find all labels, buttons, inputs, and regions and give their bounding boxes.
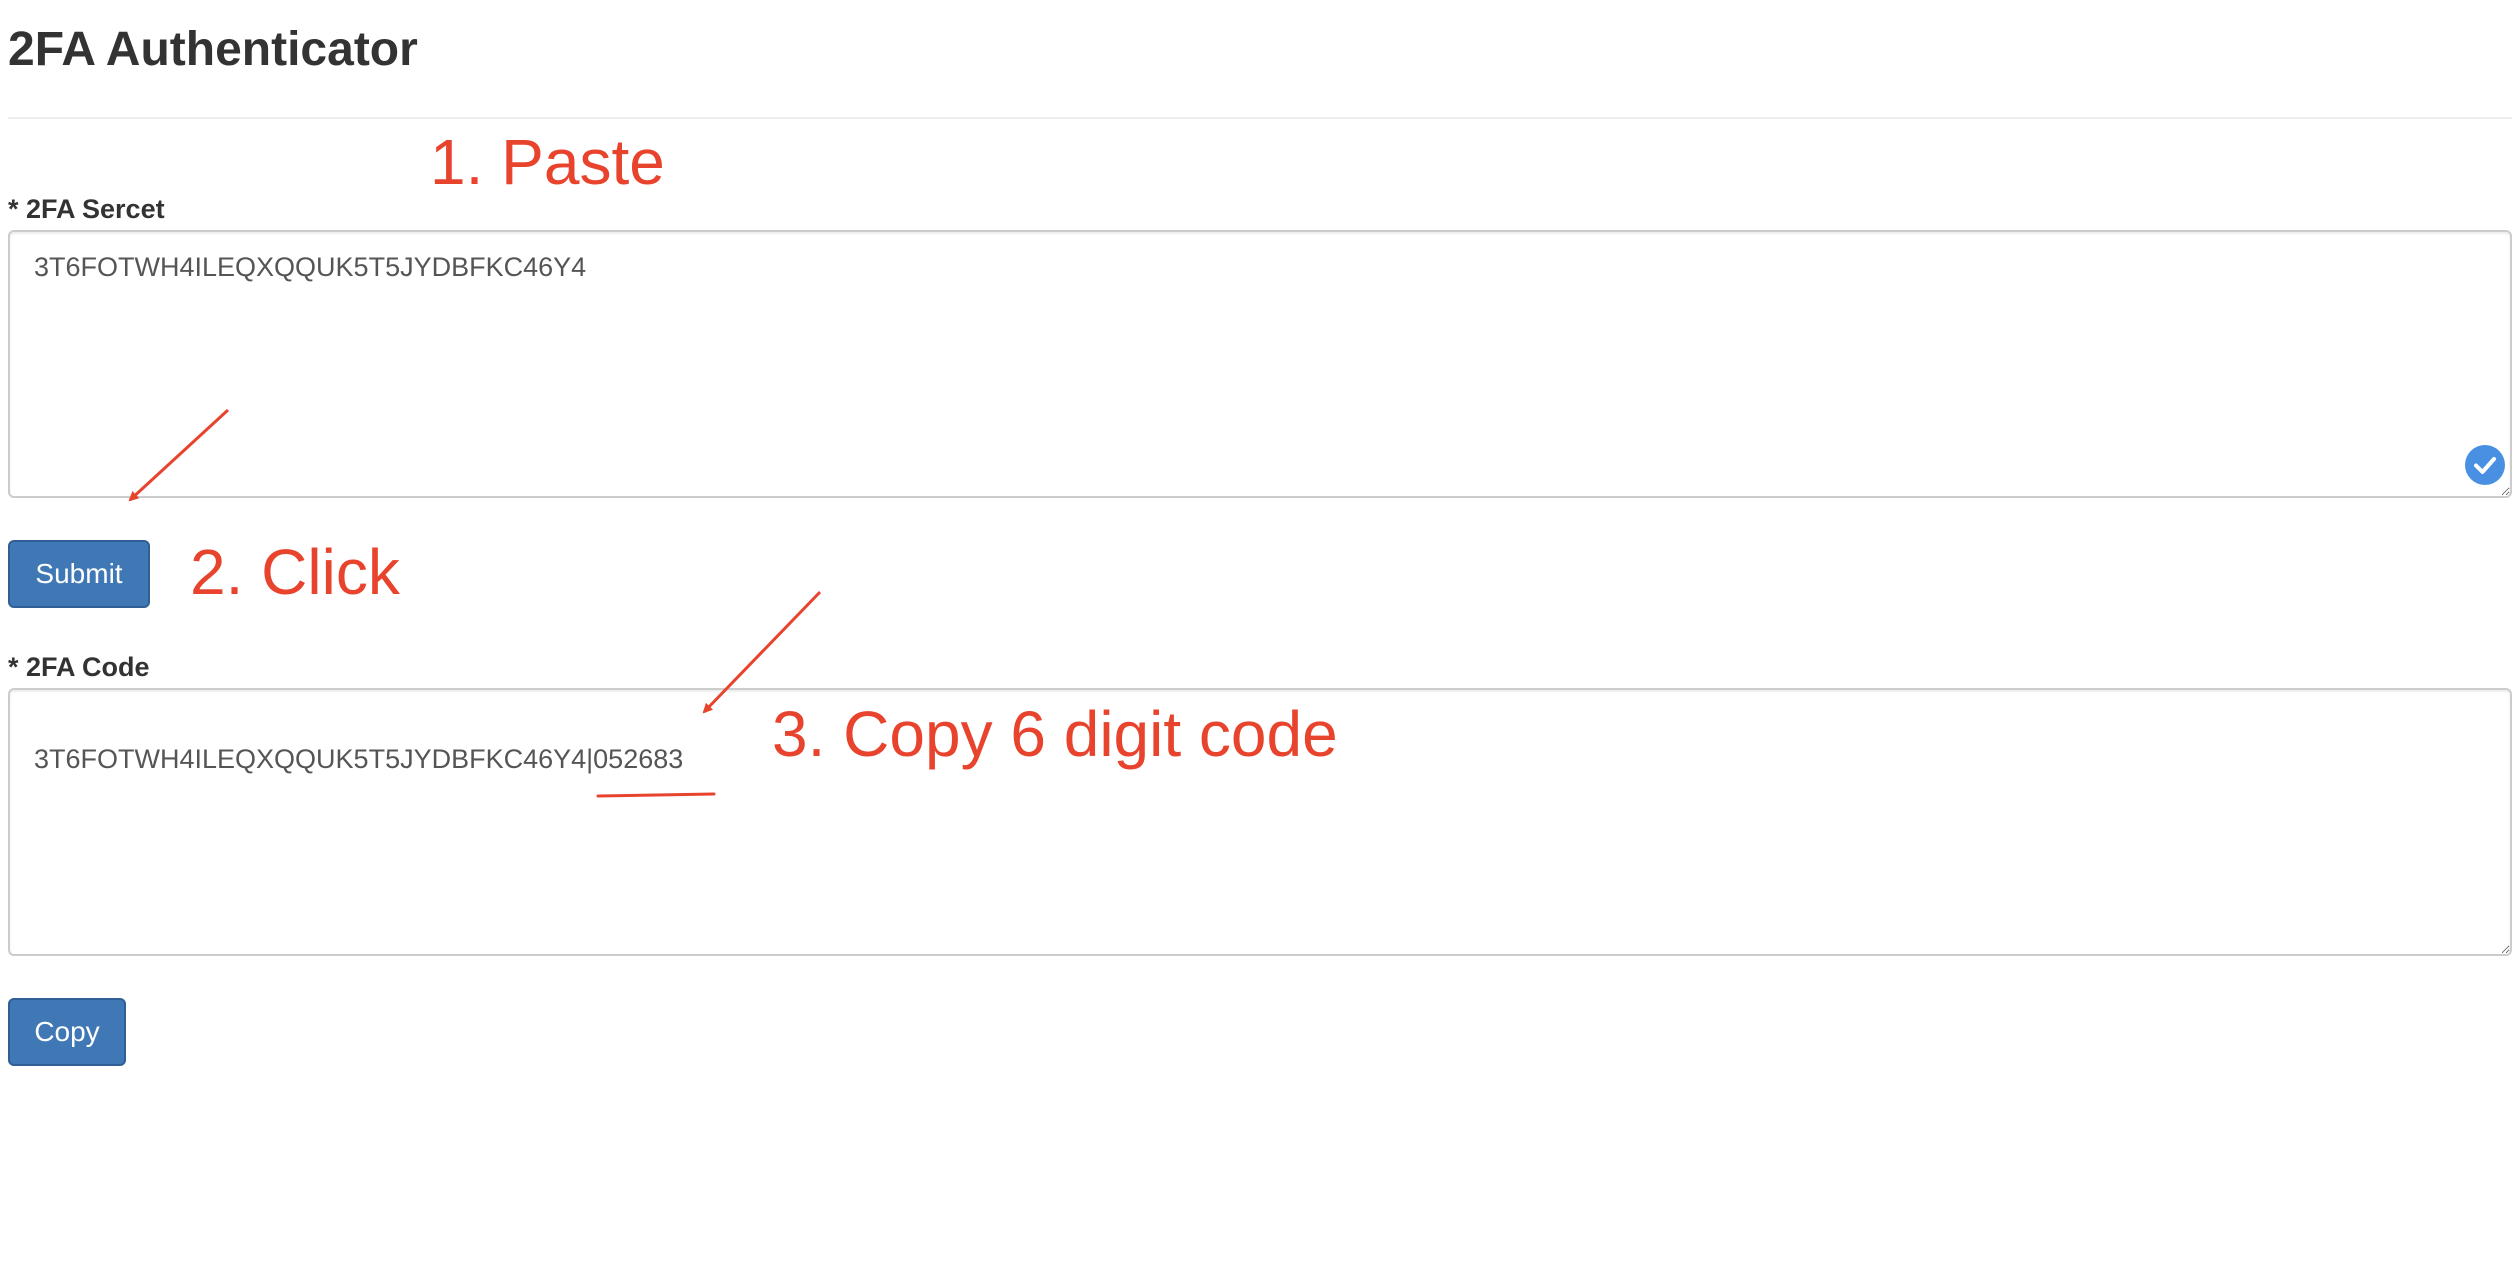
submit-button[interactable]: Submit: [8, 540, 150, 608]
page-title: 2FA Authenticator: [8, 23, 418, 76]
copy-button[interactable]: Copy: [8, 998, 126, 1066]
annotation-step-click: 2. Click: [190, 536, 400, 608]
code-label: * 2FA Code: [8, 652, 150, 682]
secret-label: * 2FA Sercet: [8, 194, 165, 224]
annotation-overlay: [128, 408, 822, 798]
page: 2FA Authenticator * 2FA Sercet 3T6FOTWH4…: [0, 0, 2520, 1280]
annotation-step-copy: 3. Copy 6 digit code: [772, 698, 1338, 770]
annotation-step-paste: 1. Paste: [430, 126, 665, 198]
secret-textarea[interactable]: 3T6FOTWH4ILEQXQQUK5T5JYDBFKC46Y4: [8, 230, 2512, 498]
check-circle-icon: [2465, 445, 2505, 485]
header-divider: [8, 117, 2512, 119]
